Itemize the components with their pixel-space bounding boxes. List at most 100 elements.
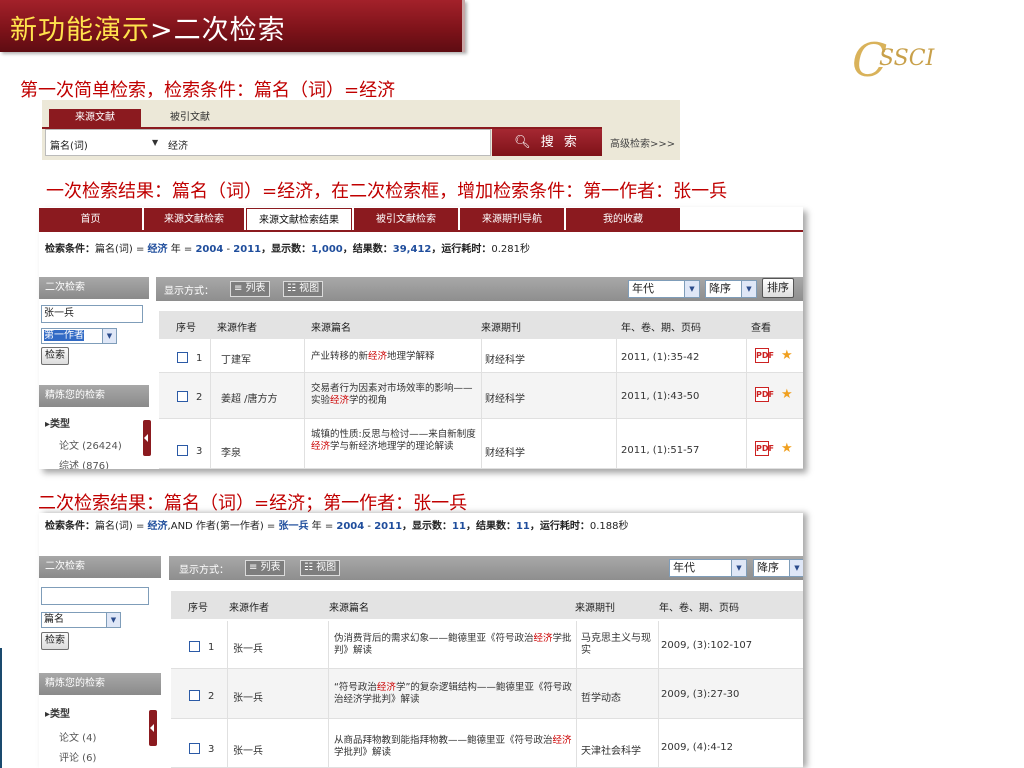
shown-label: ，显示数： (402, 521, 453, 532)
col-number: 序号 (188, 603, 208, 614)
slide-title-highlight: 新功能演示 (10, 15, 150, 46)
cssci-logo: C SSCI (852, 36, 952, 84)
row-title[interactable]: 交易者行为因素对市场效率的影响——实验经济学的视角 (311, 383, 481, 407)
row-title[interactable]: 伪消费背后的需求幻象——鲍德里亚《符号政治经济学批判》解读 (334, 633, 574, 657)
pdf-icon[interactable]: PDF (755, 348, 774, 363)
chevron-down-icon[interactable]: ▼ (731, 560, 746, 576)
star-icon[interactable]: ★ (781, 441, 793, 456)
row-author[interactable]: 张一兵 (233, 689, 263, 704)
nav-cited-search[interactable]: 被引文献检索 (354, 208, 458, 231)
secondary-search-input[interactable]: 张一兵 (41, 305, 143, 323)
total-count: 39,412 (392, 244, 432, 255)
row-author[interactable]: 丁建军 (221, 351, 251, 366)
refine-type-option[interactable]: 综述 (876) (59, 457, 109, 469)
row-journal[interactable]: 马克思主义与现实 (581, 633, 659, 657)
sort-field-select[interactable]: 年代 ▼ (669, 559, 747, 577)
col-title: 来源篇名 (311, 323, 351, 334)
search-input[interactable]: 经济 (168, 137, 188, 152)
advanced-search-link[interactable]: 高级检索>>> (610, 135, 675, 150)
refine-type-option[interactable]: 论文 (26424) (59, 437, 122, 452)
row-author[interactable]: 张一兵 (233, 742, 263, 757)
row-author[interactable]: 李泉 (221, 444, 241, 459)
nav-source-search[interactable]: 来源文献检索 (144, 208, 244, 231)
chevron-down-icon[interactable]: ▼ (684, 281, 699, 297)
tab-cited-literature[interactable]: 被引文献 (160, 109, 220, 127)
search-condition: 检索条件：篇名(词) = 经济 年 = 2004 - 2011，显示数：1,00… (45, 240, 530, 255)
shown-count: 11 (452, 521, 466, 532)
row-title[interactable]: 城镇的性质:反思与检讨——来自新制度经济学与新经济地理学的理论解读 (311, 429, 479, 453)
cond-year-from: 2004 (336, 521, 365, 532)
view-grid-button[interactable]: ☷ 视图 (300, 560, 341, 576)
cond-author: 张一兵 (278, 521, 309, 532)
chevron-down-icon[interactable]: ▼ (106, 613, 120, 627)
view-grid-button[interactable]: ☷ 视图 (283, 281, 324, 297)
view-list-button[interactable]: ≡ 列表 (245, 560, 285, 576)
sidebar-collapse-handle[interactable] (143, 420, 151, 456)
row-author[interactable]: 姜超 /唐方方 (221, 390, 278, 405)
search-button-label: 搜 索 (540, 135, 580, 150)
caption-first-search: 第一次简单检索，检索条件：篇名（词）=经济 (20, 80, 396, 101)
nav-journal-guide[interactable]: 来源期刊导航 (460, 208, 564, 231)
row-checkbox[interactable] (177, 391, 188, 402)
nav-underline (39, 230, 803, 232)
sort-order-select[interactable]: 降序 ▼ (753, 559, 803, 577)
col-author: 来源作者 (217, 323, 257, 334)
sidebar-collapse-handle[interactable] (149, 710, 157, 746)
row-checkbox[interactable] (189, 641, 200, 652)
main-nav: 首页 来源文献检索 来源文献检索结果 被引文献检索 来源期刊导航 我的收藏 (39, 207, 803, 232)
search-button[interactable]: 🔍︎ 搜 索 (492, 129, 602, 156)
row-title[interactable]: 产业转移的新经济地理学解释 (311, 351, 475, 363)
refine-type-toggle[interactable]: ▸类型 (45, 415, 70, 430)
slide-title-rest: >二次检索 (150, 15, 286, 46)
row-title[interactable]: 从商品拜物教到能指拜物教——鲍德里亚《符号政治经济学批判》解读 (334, 735, 574, 759)
row-title[interactable]: “符号政治经济学”的复杂逻辑结构——鲍德里亚《符号政治经济学批判》解读 (334, 682, 578, 706)
slide-title: 新功能演示>二次检索 (10, 8, 286, 47)
cond-keyword: 经济 (147, 244, 168, 255)
chevron-down-icon[interactable]: ▼ (789, 560, 803, 576)
pdf-icon[interactable]: PDF (755, 387, 774, 402)
row-journal[interactable]: 哲学动态 (581, 689, 621, 704)
row-journal[interactable]: 财经科学 (485, 444, 525, 459)
secondary-field-select[interactable]: 第一作者 ▼ (41, 328, 117, 344)
col-divider (616, 339, 617, 469)
col-divider (304, 339, 305, 469)
row-checkbox[interactable] (189, 743, 200, 754)
col-view: 查看 (751, 323, 771, 334)
tab-source-literature[interactable]: 来源文献 (49, 109, 141, 127)
secondary-search-button[interactable]: 检索 (41, 347, 69, 365)
search-icon: 🔍︎ (514, 135, 541, 150)
refine-type-option[interactable]: 论文 (4) (59, 729, 96, 744)
secondary-field-select[interactable]: 篇名 ▼ (41, 612, 121, 628)
cond-keyword: 经济 (147, 521, 168, 532)
sort-field-select[interactable]: 年代 ▼ (628, 280, 700, 298)
chevron-down-icon[interactable]: ▼ (102, 329, 116, 343)
nav-home[interactable]: 首页 (39, 208, 142, 231)
dropdown-arrow-icon[interactable]: ▼ (152, 138, 158, 147)
search-condition: 检索条件：篇名(词) = 经济,AND 作者(第一作者) = 张一兵 年 = 2… (45, 517, 629, 532)
row-journal[interactable]: 财经科学 (485, 390, 525, 405)
row-author[interactable]: 张一兵 (233, 640, 263, 655)
star-icon[interactable]: ★ (781, 348, 793, 363)
row-journal[interactable]: 天津社会科学 (581, 742, 641, 757)
sort-button[interactable]: 排序 (762, 278, 794, 298)
nav-source-results[interactable]: 来源文献检索结果 (246, 208, 352, 231)
row-checkbox[interactable] (177, 352, 188, 363)
sort-order-value: 降序 (709, 282, 731, 295)
search-field-select[interactable]: 篇名(词) (50, 137, 88, 152)
refine-type-option[interactable]: 评论 (6) (59, 749, 96, 764)
secondary-search-button[interactable]: 检索 (41, 632, 69, 650)
chevron-down-icon[interactable]: ▼ (741, 281, 756, 297)
sort-order-select[interactable]: 降序 ▼ (705, 280, 757, 298)
secondary-search-input[interactable] (41, 587, 149, 605)
row-checkbox[interactable] (189, 690, 200, 701)
refine-type-toggle[interactable]: ▸类型 (45, 705, 70, 720)
row-volume: 2011, (1):51-57 (621, 445, 700, 456)
row-journal[interactable]: 财经科学 (485, 351, 525, 366)
row-checkbox[interactable] (177, 445, 188, 456)
star-icon[interactable]: ★ (781, 387, 793, 402)
nav-favorites[interactable]: 我的收藏 (566, 208, 680, 231)
view-list-button[interactable]: ≡ 列表 (230, 281, 270, 297)
col-divider (481, 339, 482, 469)
pdf-icon[interactable]: PDF (755, 441, 774, 456)
simple-search-panel: 来源文献 被引文献 篇名(词) ▼ 经济 🔍︎ 搜 索 高级检索>>> (42, 100, 680, 160)
